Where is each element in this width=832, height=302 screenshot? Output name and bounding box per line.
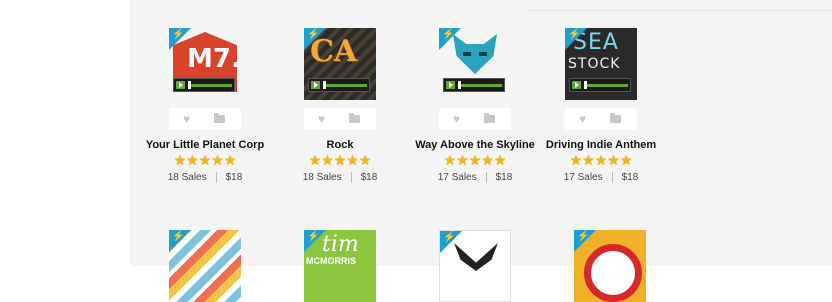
product-title[interactable]: Your Little Planet Corp — [135, 139, 275, 151]
card-actions: ♥ — [565, 108, 637, 130]
product-title[interactable]: Rock — [270, 139, 410, 151]
rating-stars: ★★★★★ — [443, 152, 507, 168]
price: $18 — [621, 172, 639, 184]
heart-icon[interactable]: ♥ — [579, 112, 586, 126]
art-text: STOCK — [568, 56, 621, 72]
heart-icon[interactable]: ♥ — [453, 112, 460, 126]
product-meta: 18 Sales $18 — [135, 172, 275, 183]
price: $18 — [360, 172, 378, 184]
lightning-icon: ⚡ — [442, 29, 455, 40]
product-thumbnail[interactable]: ⚡ — [574, 230, 646, 302]
folder-icon[interactable] — [349, 113, 360, 123]
audio-player[interactable] — [443, 78, 505, 92]
product-thumbnail[interactable]: tim MCMORRIS ⚡ — [304, 230, 376, 302]
progress-bar[interactable] — [585, 84, 628, 87]
card-actions: ♥ — [304, 108, 376, 130]
play-icon[interactable] — [311, 81, 320, 89]
play-icon[interactable] — [572, 81, 581, 89]
lightning-icon: ⚡ — [307, 29, 320, 40]
audio-player[interactable] — [308, 78, 370, 92]
divider — [611, 172, 613, 183]
audio-player[interactable] — [569, 78, 631, 92]
lightning-icon: ⚡ — [172, 231, 185, 242]
product-card[interactable]: CA ⚡ ♥ Rock ★★★★★ 18 Sales $18 — [270, 28, 410, 183]
play-icon[interactable] — [176, 81, 185, 89]
progress-handle[interactable] — [584, 81, 587, 89]
product-meta: 17 Sales $18 — [531, 172, 671, 183]
progress-handle[interactable] — [323, 81, 326, 89]
heart-icon[interactable]: ♥ — [183, 112, 190, 126]
divider — [485, 172, 487, 183]
product-title[interactable]: Way Above the Skyline — [405, 139, 545, 151]
lightning-icon: ⚡ — [443, 232, 456, 243]
product-card[interactable]: ⚡ ♥ Way Above the Skyline ★★★★★ 17 Sales… — [405, 28, 545, 183]
rating-stars: ★★★★★ — [308, 152, 372, 168]
price: $18 — [225, 172, 243, 184]
card-actions: ♥ — [169, 108, 241, 130]
sales-count: 17 Sales — [563, 172, 603, 184]
art-text: tim — [322, 232, 359, 257]
product-thumbnail[interactable]: ⚡ — [439, 28, 511, 100]
folder-icon[interactable] — [214, 113, 225, 123]
product-thumbnail[interactable]: ⚡ — [439, 230, 511, 302]
fox-eye — [479, 52, 487, 56]
lightning-icon: ⚡ — [307, 231, 320, 242]
folder-icon[interactable] — [610, 113, 621, 123]
card-actions: ♥ — [439, 108, 511, 130]
sales-count: 18 Sales — [167, 172, 207, 184]
product-thumbnail[interactable]: ⚡ — [169, 230, 241, 302]
ring-logo-icon — [584, 244, 642, 302]
product-card[interactable]: SEA STOCK ⚡ ♥ Driving Indie Anthem ★★★★★… — [531, 28, 671, 183]
art-text: MCMORRIS — [306, 256, 356, 266]
lightning-icon: ⚡ — [577, 231, 590, 242]
product-card[interactable]: tim MCMORRIS ⚡ — [270, 230, 410, 302]
product-thumbnail[interactable]: SEA STOCK ⚡ — [565, 28, 637, 100]
product-card[interactable]: ⚡ — [135, 230, 275, 302]
progress-bar[interactable] — [189, 84, 232, 87]
lightning-icon: ⚡ — [172, 29, 185, 40]
sales-count: 18 Sales — [302, 172, 342, 184]
product-meta: 18 Sales $18 — [270, 172, 410, 183]
sales-count: 17 Sales — [437, 172, 477, 184]
progress-bar[interactable] — [459, 84, 502, 87]
price: $18 — [495, 172, 513, 184]
product-card[interactable]: M7. ⚡ ♥ Your Little Planet Corp ★★★★★ 18… — [135, 28, 275, 183]
progress-handle[interactable] — [458, 81, 461, 89]
product-title[interactable]: Driving Indie Anthem — [531, 139, 671, 151]
product-meta: 17 Sales $18 — [405, 172, 545, 183]
art-text: M7. — [187, 44, 241, 74]
folder-icon[interactable] — [484, 113, 495, 123]
heart-icon[interactable]: ♥ — [318, 112, 325, 126]
divider — [528, 10, 832, 11]
product-card[interactable]: ⚡ — [540, 230, 680, 302]
product-thumbnail[interactable]: M7. ⚡ — [169, 28, 241, 100]
rating-stars: ★★★★★ — [569, 152, 633, 168]
audio-player[interactable] — [173, 78, 235, 92]
product-thumbnail[interactable]: CA ⚡ — [304, 28, 376, 100]
progress-bar[interactable] — [324, 84, 367, 87]
progress-handle[interactable] — [188, 81, 191, 89]
divider — [215, 172, 217, 183]
rating-stars: ★★★★★ — [173, 152, 237, 168]
divider — [350, 172, 352, 183]
fox-eye — [463, 52, 471, 56]
play-icon[interactable] — [446, 81, 455, 89]
product-card[interactable]: ⚡ — [405, 230, 545, 302]
lightning-icon: ⚡ — [568, 29, 581, 40]
